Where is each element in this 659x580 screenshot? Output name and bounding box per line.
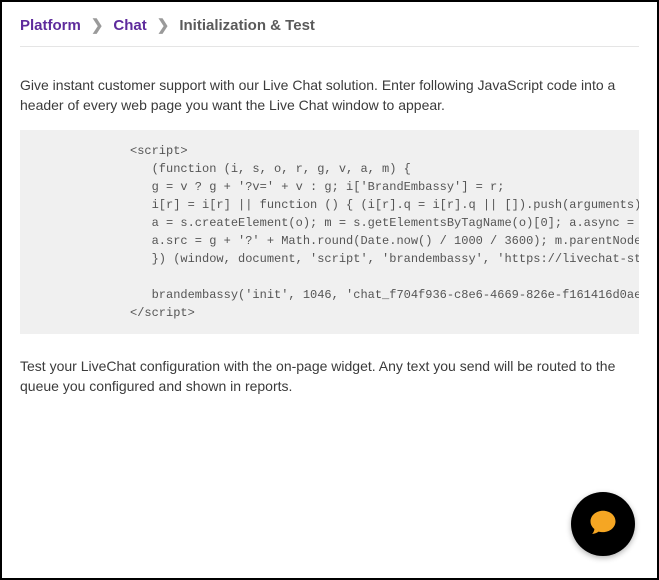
breadcrumb-chat[interactable]: Chat [113, 17, 146, 34]
chat-icon [588, 507, 618, 542]
intro-text: Give instant customer support with our L… [20, 75, 639, 116]
post-text: Test your LiveChat configuration with th… [20, 356, 639, 397]
chevron-right-icon: ❯ [157, 16, 170, 34]
code-snippet: <script> (function (i, s, o, r, g, v, a,… [20, 130, 639, 334]
chat-widget-button[interactable] [571, 492, 635, 556]
breadcrumb-platform[interactable]: Platform [20, 17, 81, 34]
breadcrumb-current: Initialization & Test [179, 17, 315, 34]
chevron-right-icon: ❯ [91, 16, 104, 34]
breadcrumb: Platform ❯ Chat ❯ Initialization & Test [20, 16, 639, 47]
